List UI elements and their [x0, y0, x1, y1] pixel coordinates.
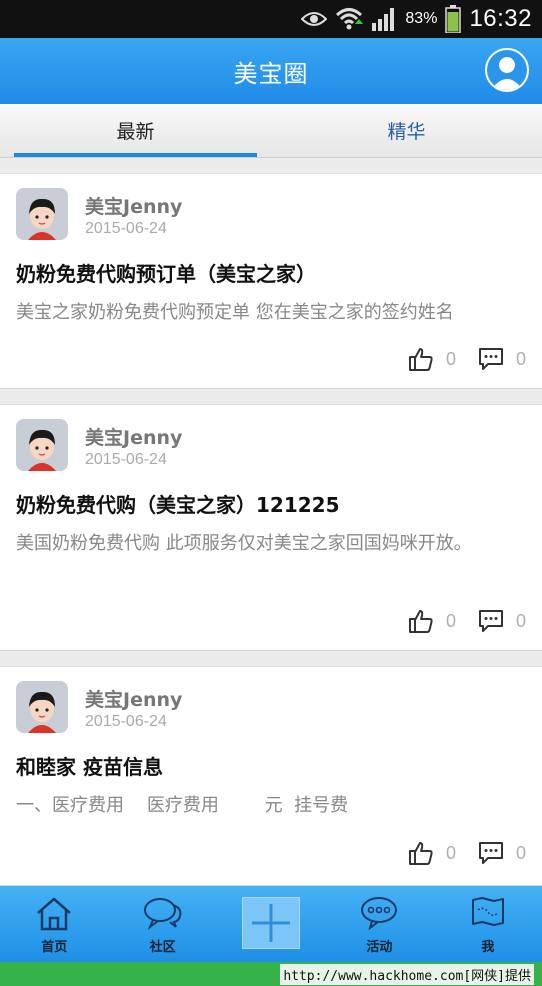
post-title[interactable]: 奶粉免费代购预订单（美宝之家） — [16, 258, 316, 287]
nav-item-post[interactable] — [217, 886, 325, 962]
tab-label: 最新 — [116, 121, 155, 143]
clock: 16:32 — [469, 5, 532, 32]
post-date: 2015-06-24 — [85, 220, 167, 237]
thumbs-up-icon[interactable] — [408, 840, 434, 866]
post-actions: 0 0 — [408, 608, 526, 634]
post-excerpt: 美宝之家奶粉免费代购预定单 您在美宝之家的签约姓名 — [16, 302, 454, 323]
thumbs-up-icon[interactable] — [408, 346, 434, 372]
bottom-nav: 首页 社区 活动 我 — [0, 886, 542, 962]
girl-avatar-icon — [16, 681, 68, 733]
post-card[interactable]: 美宝Jenny 2015-06-24 和睦家 疫苗信息 一、医疗费用 医疗费用 … — [0, 666, 542, 886]
user-icon — [487, 50, 527, 90]
tab-latest[interactable]: 最新 — [0, 104, 271, 157]
like-count: 0 — [445, 348, 456, 369]
watermark-text: http://www.hackhome.com[网侠]提供 — [280, 964, 534, 985]
wifi-icon — [336, 8, 364, 30]
post-title[interactable]: 和睦家 疫苗信息 — [16, 751, 163, 780]
battery-icon — [445, 5, 462, 33]
post-date: 2015-06-24 — [85, 713, 167, 730]
comment-count: 0 — [515, 610, 526, 631]
tab-bar: 最新 精华 — [0, 104, 542, 158]
avatar[interactable] — [16, 419, 68, 471]
app-header: 美宝圈 — [0, 38, 542, 104]
active-tab-indicator — [14, 153, 257, 157]
signal-icon — [372, 8, 395, 31]
status-icons: 83% 16:32 — [301, 0, 532, 38]
nav-label: 我 — [481, 940, 495, 955]
new-post-button[interactable] — [242, 897, 301, 949]
thumbs-up-icon[interactable] — [408, 608, 434, 634]
battery-percent: 83% — [405, 10, 438, 27]
post-title[interactable]: 奶粉免费代购（美宝之家）121225 — [16, 489, 340, 518]
post-actions: 0 0 — [408, 346, 526, 372]
girl-avatar-icon — [16, 188, 68, 240]
speech-dots-icon — [361, 897, 398, 930]
comment-count: 0 — [515, 842, 526, 863]
nav-item-me[interactable]: 我 — [434, 886, 542, 962]
post-excerpt: 一、医疗费用 医疗费用 元 挂号费 — [16, 795, 349, 816]
nav-item-community[interactable]: 社区 — [108, 886, 216, 962]
map-icon — [471, 897, 504, 926]
nav-label: 社区 — [149, 940, 176, 955]
author-name[interactable]: 美宝Jenny — [85, 423, 182, 450]
comment-count: 0 — [515, 348, 526, 369]
nav-label: 活动 — [366, 940, 393, 955]
status-bar: 83% 16:32 — [0, 0, 542, 38]
avatar[interactable] — [16, 681, 68, 733]
tab-label: 精华 — [387, 121, 426, 143]
comment-icon[interactable] — [478, 347, 504, 371]
home-icon — [37, 897, 72, 931]
chat-bubbles-icon — [143, 898, 181, 930]
post-excerpt: 美国奶粉免费代购 此项服务仅对美宝之家回国妈咪开放。 — [16, 533, 472, 554]
profile-button[interactable] — [485, 48, 529, 92]
author-name[interactable]: 美宝Jenny — [85, 192, 182, 219]
plus-icon — [252, 904, 291, 942]
nav-label: 首页 — [41, 940, 68, 955]
author-name[interactable]: 美宝Jenny — [85, 685, 182, 712]
like-count: 0 — [445, 842, 456, 863]
nav-item-activity[interactable]: 活动 — [325, 886, 433, 962]
eye-icon — [301, 12, 328, 26]
girl-avatar-icon — [16, 419, 68, 471]
page-title: 美宝圈 — [233, 59, 309, 88]
like-count: 0 — [445, 610, 456, 631]
nav-item-home[interactable]: 首页 — [0, 886, 108, 962]
tab-featured[interactable]: 精华 — [271, 104, 542, 157]
watermark-bar: http://www.hackhome.com[网侠]提供 — [0, 962, 542, 986]
comment-icon[interactable] — [478, 841, 504, 865]
post-date: 2015-06-24 — [85, 451, 167, 468]
comment-icon[interactable] — [478, 609, 504, 633]
post-actions: 0 0 — [408, 840, 526, 866]
post-card[interactable]: 美宝Jenny 2015-06-24 奶粉免费代购预订单（美宝之家） 美宝之家奶… — [0, 173, 542, 389]
post-card[interactable]: 美宝Jenny 2015-06-24 奶粉免费代购（美宝之家）121225 美国… — [0, 404, 542, 651]
avatar[interactable] — [16, 188, 68, 240]
